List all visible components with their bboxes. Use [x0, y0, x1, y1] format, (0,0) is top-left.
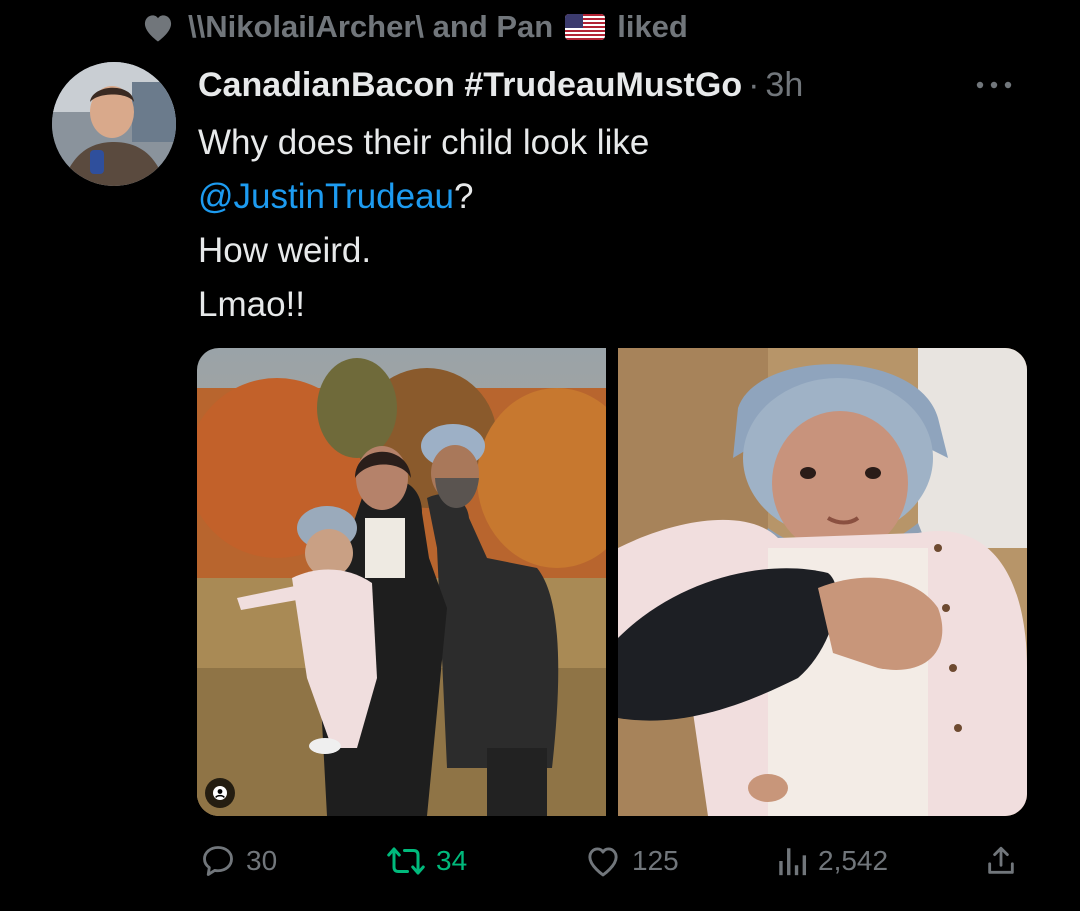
- tweet-text-line: How weird.: [198, 231, 372, 270]
- us-flag-icon: [565, 14, 606, 40]
- tweet-text-line: Lmao!!: [198, 285, 305, 324]
- tweet-header: CanadianBacon #TrudeauMustGo · 3h: [198, 62, 998, 108]
- media-photo-baby[interactable]: [618, 348, 1027, 816]
- like-icon: [588, 847, 618, 877]
- tweet-text-line: @JustinTrudeau?: [198, 170, 998, 224]
- retweet-count: 34: [436, 845, 468, 876]
- reply-count: 30: [246, 845, 278, 876]
- more-button[interactable]: [964, 70, 1024, 100]
- tweet-text: Why does their child look like @JustinTr…: [198, 116, 998, 332]
- tweet-actions: 30 34 125 2,542: [196, 836, 1036, 886]
- mention-link[interactable]: @JustinTrudeau: [198, 177, 454, 216]
- reply-icon: [203, 846, 233, 876]
- social-context-users: \\NikolaiIArcher\ and Pan: [188, 9, 554, 44]
- display-name[interactable]: CanadianBacon #TrudeauMustGo: [198, 66, 742, 105]
- header-separator: ·: [748, 65, 760, 104]
- retweet-button[interactable]: 34: [386, 836, 467, 886]
- views-icon: [779, 848, 807, 876]
- mention-suffix: ?: [454, 177, 474, 216]
- tweet-time[interactable]: 3h: [765, 66, 803, 105]
- views-button[interactable]: 2,542: [776, 836, 888, 886]
- views-count: 2,542: [818, 845, 889, 876]
- more-icon: [976, 81, 1012, 89]
- media-photo-family[interactable]: [197, 348, 606, 816]
- reply-button[interactable]: 30: [200, 836, 277, 886]
- media-grid: [197, 348, 1027, 816]
- share-button[interactable]: [984, 836, 1018, 886]
- social-context[interactable]: \\NikolaiIArcher\ and Pan liked: [140, 6, 688, 48]
- retweet-icon: [387, 847, 425, 875]
- share-icon: [988, 846, 1014, 874]
- heart-icon: [140, 11, 176, 43]
- alt-person-icon[interactable]: [205, 778, 235, 808]
- like-button[interactable]: 125: [584, 836, 679, 886]
- avatar[interactable]: [52, 62, 176, 186]
- social-context-suffix: liked: [617, 9, 688, 44]
- like-count: 125: [632, 845, 679, 876]
- tweet-text-line: Why does their child look like: [198, 123, 650, 162]
